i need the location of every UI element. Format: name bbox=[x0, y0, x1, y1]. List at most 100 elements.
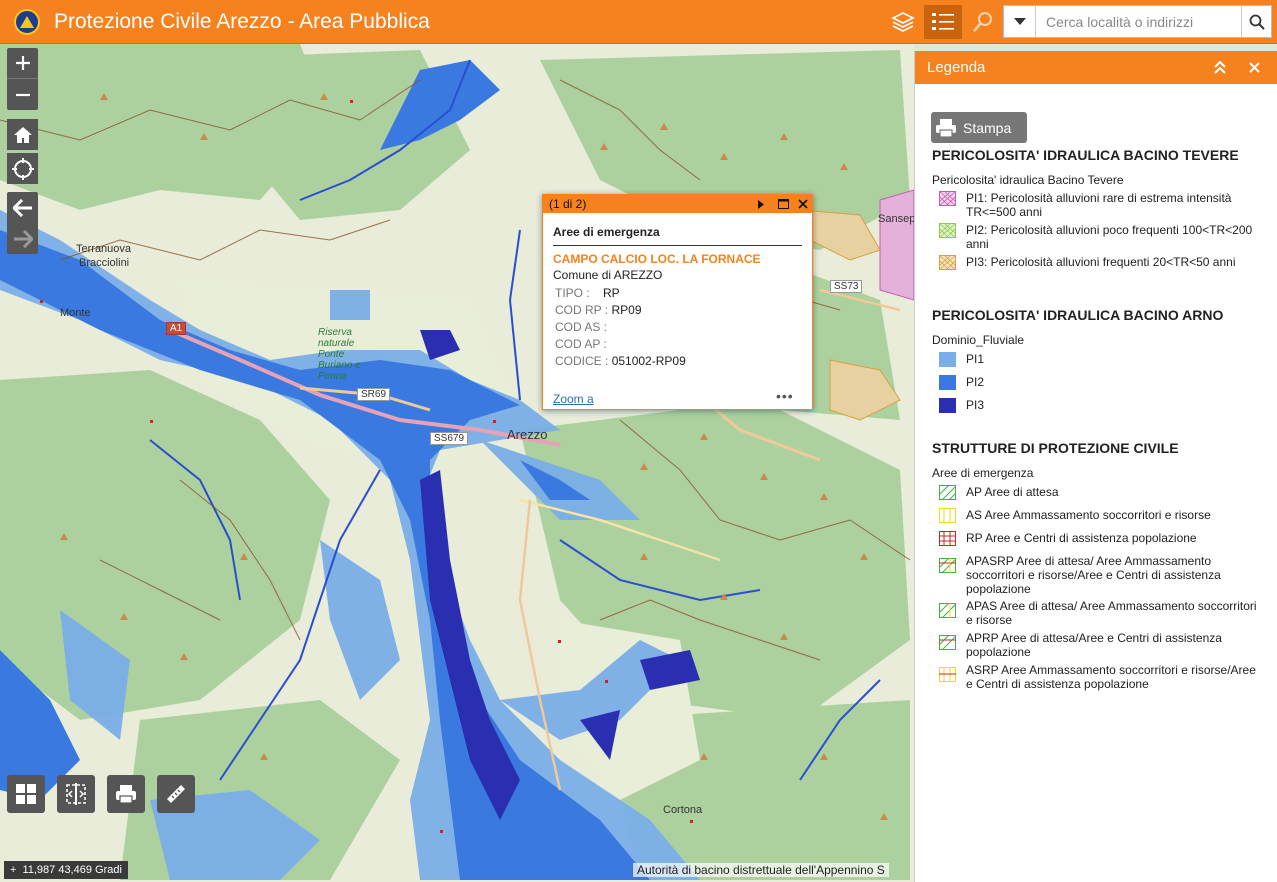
popup-field-row: CODICE : 051002-RP09 bbox=[555, 354, 800, 371]
popup-header: (1 di 2) bbox=[543, 195, 812, 213]
collapse-icon[interactable] bbox=[1213, 61, 1227, 74]
swatch-hatch-pi1-tevere bbox=[939, 191, 956, 206]
layers-button[interactable] bbox=[886, 5, 920, 39]
home-button[interactable] bbox=[7, 119, 38, 150]
legend-item-label: PI1 bbox=[966, 352, 985, 366]
minus-icon bbox=[15, 93, 30, 96]
field-key: COD RP : bbox=[555, 303, 609, 317]
field-key: TIPO : bbox=[555, 286, 590, 300]
popup-field-row: COD AP : bbox=[555, 337, 800, 354]
road-shield-sr69: SR69 bbox=[357, 388, 391, 401]
legend-item: PI3: Pericolosità alluvioni frequenti 20… bbox=[939, 255, 1259, 270]
swatch-apasrp bbox=[939, 558, 956, 573]
popup-comune: Comune di AREZZO bbox=[553, 268, 663, 282]
legend-item-label: PI2 bbox=[966, 375, 985, 389]
swatch-asrp bbox=[939, 667, 956, 682]
popup-counter: (1 di 2) bbox=[549, 197, 587, 211]
popup-field-row: COD AS : bbox=[555, 320, 800, 337]
locate-icon bbox=[11, 157, 34, 180]
legend-item-label: PI3: Pericolosità alluvioni frequenti 20… bbox=[966, 255, 1236, 269]
place-label-terranuova: Terranuova bbox=[76, 243, 132, 255]
legend-item: RP Aree e Centri di assistenza popolazio… bbox=[939, 531, 1259, 546]
legend-item-label: PI3 bbox=[966, 398, 985, 412]
legend-item-label: PI1: Pericolosità alluvioni rare di estr… bbox=[966, 191, 1232, 219]
map-basemap bbox=[0, 44, 914, 880]
swatch-aprp bbox=[939, 635, 956, 650]
legend-item: PI3 bbox=[939, 398, 1259, 413]
legend-section-title: PERICOLOSITA' IDRAULICA BACINO ARNO bbox=[932, 307, 1224, 323]
next-extent-button[interactable] bbox=[7, 223, 38, 254]
list-icon bbox=[932, 13, 954, 30]
place-label-sansepolcro: Sansepolcro bbox=[878, 213, 914, 225]
legend-item: PI1 bbox=[939, 352, 1259, 367]
popup-section-title: Aree di emergenza bbox=[553, 225, 802, 246]
road-shield-ss679: SS679 bbox=[430, 432, 469, 445]
legend-subtitle: Dominio_Fluviale bbox=[932, 333, 1025, 347]
legend-item-label: ASRP Aree Ammassamento soccorritori e ri… bbox=[966, 663, 1256, 691]
legend-button[interactable] bbox=[924, 5, 962, 39]
swatch-ap bbox=[939, 485, 956, 500]
field-value: RP09 bbox=[611, 303, 642, 317]
popup-feature-name: CAMPO CALCIO LOC. LA FORNACE bbox=[553, 252, 761, 266]
legend-item: ASRP Aree Ammassamento soccorritori e ri… bbox=[939, 663, 1259, 691]
legend-item-label: APASRP Aree di attesa/ Aree Ammassamento… bbox=[966, 554, 1221, 596]
legend-item: APASRP Aree di attesa/ Aree Ammassamento… bbox=[939, 554, 1259, 596]
grid-icon bbox=[16, 784, 36, 804]
popup-field-row: COD RP : RP09 bbox=[555, 303, 800, 320]
road-shield-ss73: SS73 bbox=[830, 280, 863, 293]
zoom-in-button[interactable] bbox=[7, 48, 38, 79]
previous-extent-button[interactable] bbox=[7, 192, 38, 223]
legend-item: PI2 bbox=[939, 375, 1259, 390]
search-button[interactable] bbox=[1241, 6, 1271, 37]
arrow-left-icon bbox=[12, 198, 32, 217]
swipe-button[interactable] bbox=[57, 775, 95, 813]
place-label-arezzo: Arezzo bbox=[507, 427, 548, 442]
protezione-civile-logo bbox=[14, 9, 40, 35]
ruler-icon bbox=[167, 785, 185, 803]
legend-header: Legenda bbox=[915, 51, 1277, 84]
coordinate-value: 11,987 43,469 Gradi bbox=[22, 864, 122, 876]
legend-item-label: AS Aree Ammassamento soccorritori e riso… bbox=[966, 508, 1211, 522]
legend-panel: Legenda Stampa PERICOLOSITA' IDRAULICA B… bbox=[914, 51, 1277, 882]
close-icon[interactable] bbox=[798, 199, 808, 209]
legend-title: Legenda bbox=[927, 59, 986, 76]
legend-item: AP Aree di attesa bbox=[939, 485, 1259, 500]
legend-item-label: APRP Aree di attesa/Aree e Centri di ass… bbox=[966, 631, 1222, 659]
legend-item: APAS Aree di attesa/ Aree Ammassamento s… bbox=[939, 599, 1259, 627]
search-source-dropdown[interactable] bbox=[1004, 6, 1036, 37]
swipe-icon bbox=[66, 783, 86, 805]
measure-button[interactable] bbox=[157, 775, 195, 813]
query-button[interactable] bbox=[966, 5, 1000, 39]
zoom-out-button[interactable] bbox=[7, 79, 38, 110]
popup-field-row: TIPO : RP bbox=[555, 286, 800, 303]
basemap-gallery-button[interactable] bbox=[7, 775, 45, 813]
swatch-as bbox=[939, 508, 956, 523]
swatch-hatch-pi2-tevere bbox=[939, 223, 956, 238]
legend-section-title: PERICOLOSITA' IDRAULICA BACINO TEVERE bbox=[932, 147, 1239, 163]
legend-item: APRP Aree di attesa/Aree e Centri di ass… bbox=[939, 631, 1259, 659]
chevron-down-icon bbox=[1013, 18, 1026, 25]
locate-button[interactable] bbox=[7, 153, 38, 184]
legend-item-label: APAS Aree di attesa/ Aree Ammassamento s… bbox=[966, 599, 1257, 627]
place-label-cortona: Cortona bbox=[663, 804, 703, 816]
map-attribution: Autorità di bacino distrettuale dell'App… bbox=[633, 863, 889, 877]
zoom-control bbox=[7, 48, 38, 110]
plus-icon bbox=[15, 56, 30, 70]
next-feature-icon[interactable] bbox=[757, 200, 765, 209]
print-label: Stampa bbox=[963, 119, 1012, 136]
more-actions-icon[interactable]: ••• bbox=[776, 388, 794, 404]
legend-item-label: PI2: Pericolosità alluvioni poco frequen… bbox=[966, 223, 1253, 251]
legend-item: PI2: Pericolosità alluvioni poco frequen… bbox=[939, 223, 1259, 251]
field-key: COD AS : bbox=[555, 320, 608, 334]
feature-popup: (1 di 2) Aree di emergenza CAMPO CALCIO … bbox=[542, 194, 813, 410]
close-icon[interactable] bbox=[1249, 62, 1260, 73]
road-shield-a1: A1 bbox=[166, 322, 187, 335]
app-header: Protezione Civile Arezzo - Area Pubblica bbox=[0, 0, 1277, 44]
maximize-icon[interactable] bbox=[778, 199, 789, 209]
print-legend-button[interactable]: Stampa bbox=[931, 112, 1027, 143]
print-tool-button[interactable] bbox=[107, 775, 145, 813]
zoom-to-link[interactable]: Zoom a bbox=[553, 392, 594, 406]
map-view[interactable]: Terranuova Bracciolini Monte Riserva nat… bbox=[0, 44, 914, 882]
swatch-pi3-arno bbox=[939, 398, 956, 413]
search-input[interactable] bbox=[1036, 6, 1241, 37]
